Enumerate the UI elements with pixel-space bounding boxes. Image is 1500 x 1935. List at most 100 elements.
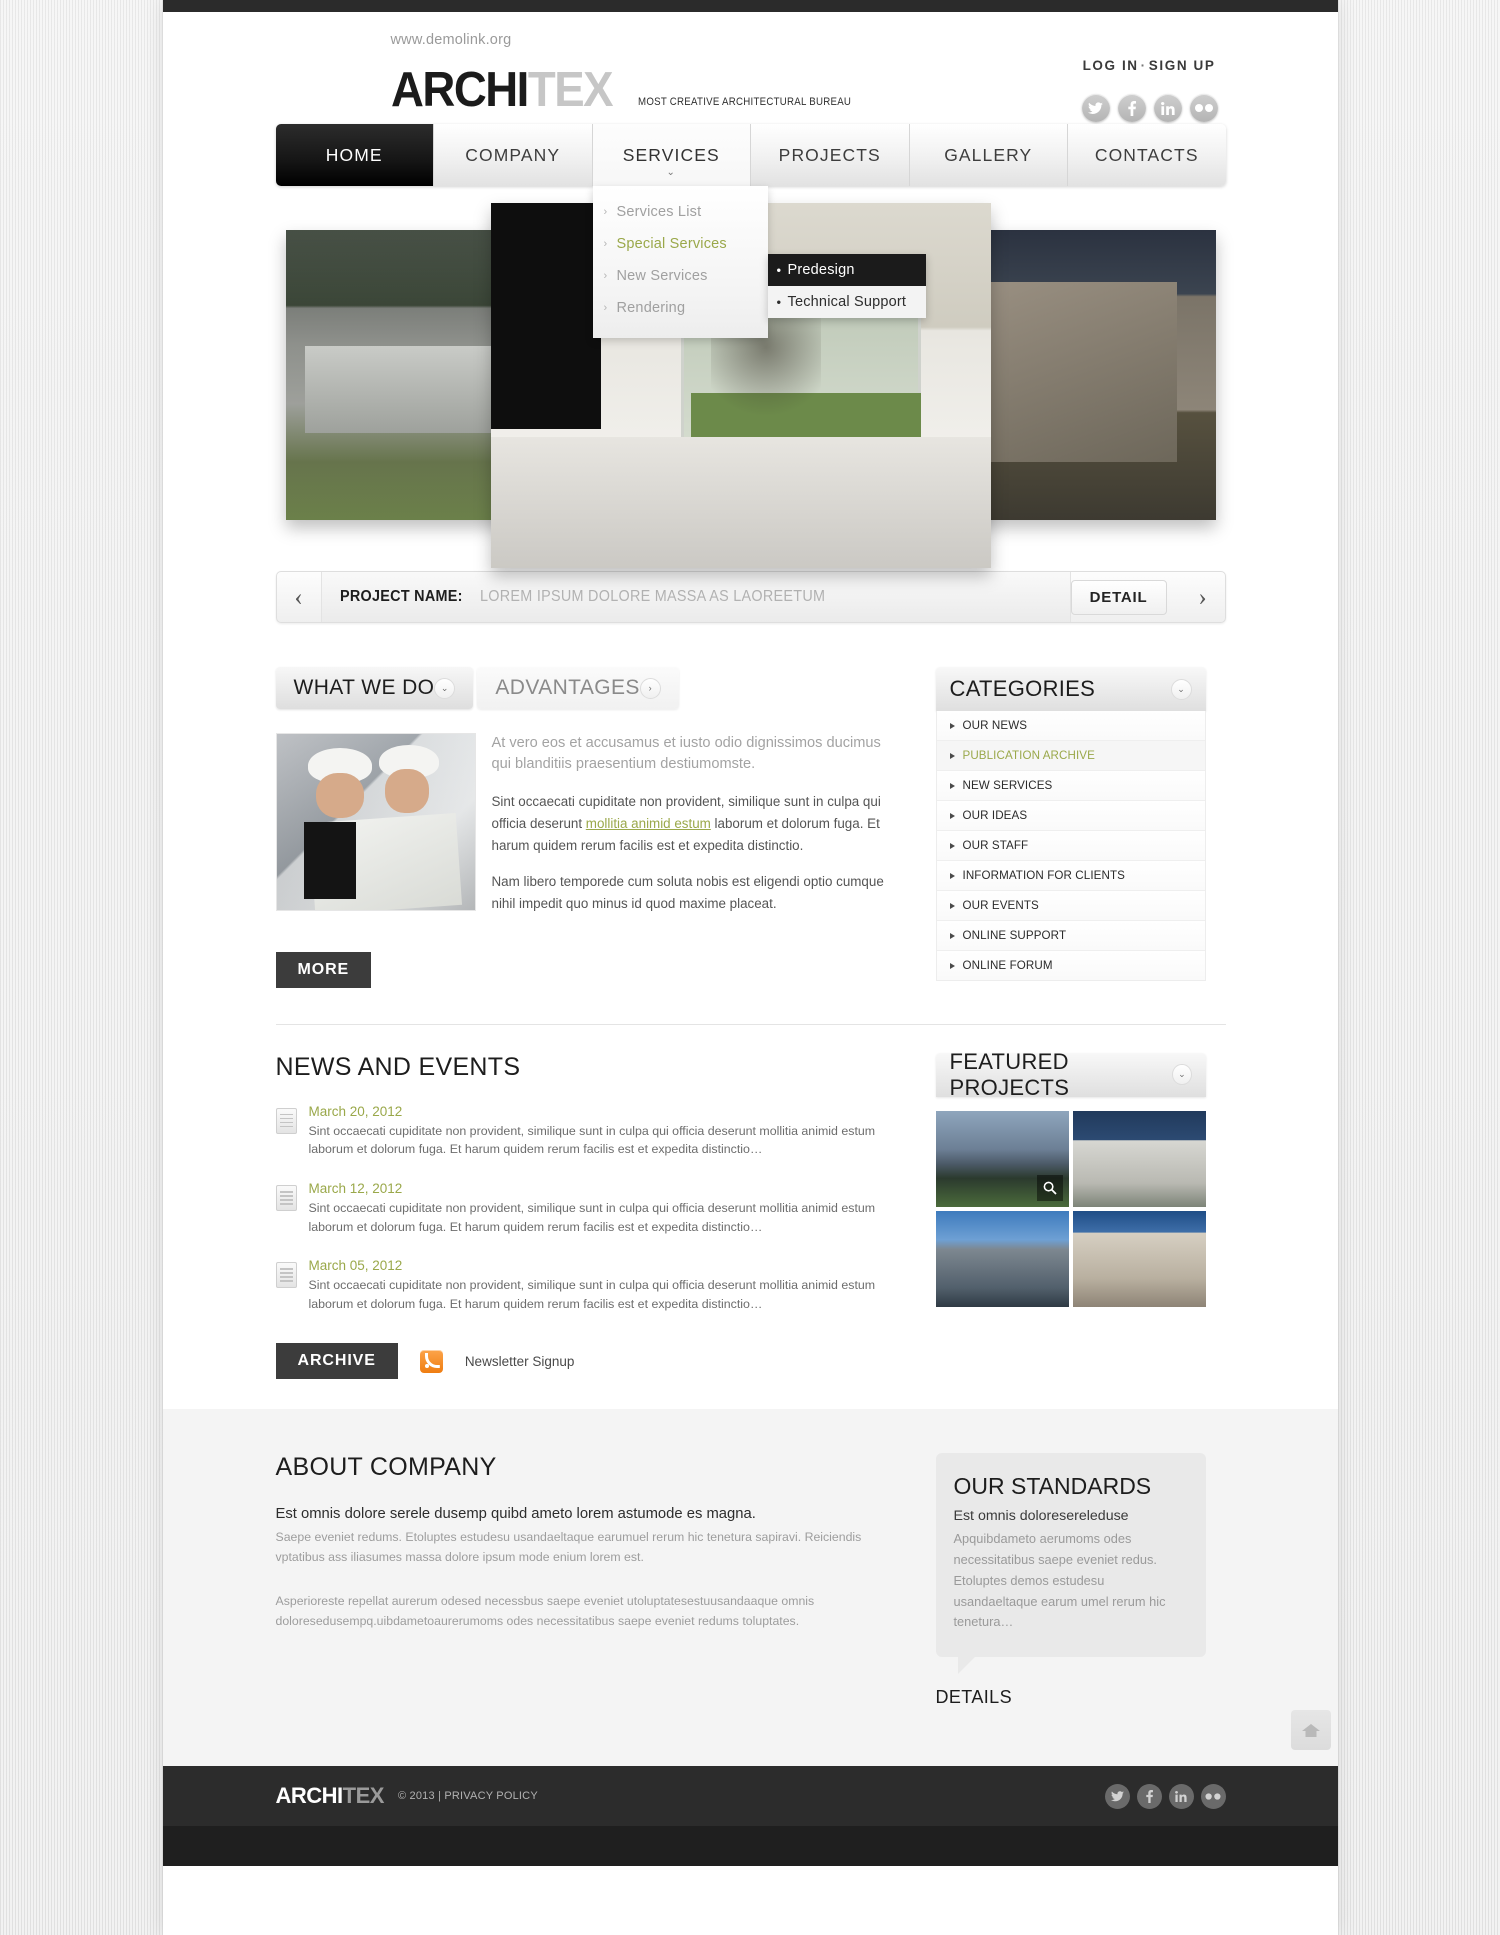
dropdown-item-new-services[interactable]: › New Services xyxy=(593,260,768,292)
footer-inner: ARCHITEX © 2013 | PRIVACY POLICY xyxy=(276,1783,1226,1809)
chevron-down-icon[interactable]: ⌄ xyxy=(1172,1064,1192,1086)
back-to-top-button[interactable] xyxy=(1291,1710,1331,1751)
facebook-icon[interactable] xyxy=(1136,1783,1162,1809)
magnifier-icon[interactable] xyxy=(1036,1174,1063,1201)
details-link[interactable]: DETAILS xyxy=(936,1687,1206,1708)
featured-project-thumb-2[interactable] xyxy=(1072,1110,1206,1207)
login-link[interactable]: LOG IN xyxy=(1083,58,1139,73)
triangle-right-icon xyxy=(949,812,955,819)
news-list-item[interactable]: March 12, 2012 Sint occaecati cupiditate… xyxy=(275,1181,898,1236)
dropdown-label-new-services: New Services xyxy=(616,268,708,284)
facebook-icon[interactable] xyxy=(1117,94,1146,122)
content-side-column: CATEGORIES ⌄ OUR NEWS PUBLICATION ARCHIV… xyxy=(935,667,1206,988)
news-date[interactable]: March 12, 2012 xyxy=(309,1181,898,1196)
inline-link[interactable]: mollitia animid estum xyxy=(586,816,711,831)
news-title: NEWS AND EVENTS xyxy=(275,1052,521,1081)
about-company-column: ABOUT COMPANY Est omnis dolore serele du… xyxy=(276,1453,898,1708)
chevron-down-icon[interactable]: ⌄ xyxy=(434,677,456,699)
featured-projects-title: FEATURED PROJECTS xyxy=(949,1048,1070,1100)
footer-base-bar xyxy=(163,1826,1338,1867)
about-row: ABOUT COMPANY Est omnis dolore serele du… xyxy=(276,1453,1226,1708)
footer-logo-light: TEX xyxy=(342,1783,385,1809)
rss-icon[interactable] xyxy=(419,1349,443,1373)
news-date[interactable]: March 05, 2012 xyxy=(309,1258,898,1273)
category-label: OUR NEWS xyxy=(962,719,1028,732)
category-item-publication-archive[interactable]: PUBLICATION ARCHIVE xyxy=(936,741,1205,771)
nav-item-company[interactable]: COMPANY xyxy=(434,124,593,186)
detail-button[interactable]: DETAIL xyxy=(1070,579,1167,615)
news-column: NEWS AND EVENTS March 20, 2012 Sint occa… xyxy=(275,1052,898,1380)
dropdown-item-special-services[interactable]: › Special Services • Predesign • Technic… xyxy=(593,228,926,318)
what-we-do-text: At vero eos et accusamus et iusto odio d… xyxy=(492,733,898,930)
content-row-top: WHAT WE DO ⌄ ADVANTAGES › At vero eos et… xyxy=(275,667,1226,988)
chevron-right-icon[interactable]: › xyxy=(639,677,661,699)
footer-copyright[interactable]: © 2013 | PRIVACY POLICY xyxy=(398,1790,538,1802)
featured-project-thumb-1[interactable] xyxy=(935,1110,1069,1207)
prev-arrow-icon[interactable]: ‹ xyxy=(277,585,321,610)
featured-project-thumb-4[interactable] xyxy=(1072,1210,1206,1307)
twitter-icon[interactable] xyxy=(1081,94,1110,122)
dropdown-item-rendering[interactable]: › Rendering xyxy=(593,292,768,324)
category-item-new-services[interactable]: NEW SERVICES xyxy=(936,771,1205,801)
our-standards-bubble: OUR STANDARDS Est omnis doloresereleduse… xyxy=(935,1453,1206,1674)
category-item-online-forum[interactable]: ONLINE FORUM xyxy=(936,951,1205,980)
site-logo[interactable]: ARCHITEX MOST CREATIVE ARCHITECTURAL BUR… xyxy=(391,66,881,115)
linkedin-icon[interactable] xyxy=(1168,1783,1194,1809)
our-standards-column: OUR STANDARDS Est omnis doloresereleduse… xyxy=(935,1453,1206,1708)
header-social-list xyxy=(1081,94,1218,122)
what-we-do-lead: At vero eos et accusamus et iusto odio d… xyxy=(491,735,881,773)
tab-what-we-do[interactable]: WHAT WE DO ⌄ xyxy=(275,667,474,709)
submenu-label-technical-support: Technical Support xyxy=(787,294,907,310)
chevron-down-icon[interactable]: ⌄ xyxy=(1170,678,1192,700)
content-row-news: NEWS AND EVENTS March 20, 2012 Sint occa… xyxy=(275,1049,1226,1380)
about-paragraph-2: Asperioreste repellat aurerum odesed nec… xyxy=(275,1593,815,1629)
nav-item-contacts[interactable]: CONTACTS xyxy=(1068,124,1226,186)
submenu-item-predesign[interactable]: • Predesign xyxy=(767,254,926,286)
more-button-wrap: MORE xyxy=(275,951,898,988)
featured-project-thumb-3[interactable] xyxy=(935,1210,1069,1307)
nav-item-services[interactable]: SERVICES ⌄ › Services List › Special Ser… xyxy=(592,124,926,338)
news-list-item[interactable]: March 20, 2012 Sint occaecati cupiditate… xyxy=(275,1104,898,1159)
category-item-online-support[interactable]: ONLINE SUPPORT xyxy=(936,921,1205,951)
triangle-right-icon xyxy=(949,752,955,759)
category-label: PUBLICATION ARCHIVE xyxy=(962,749,1095,762)
linkedin-icon[interactable] xyxy=(1153,94,1182,122)
nav-label-company: COMPANY xyxy=(465,144,561,165)
flickr-icon[interactable] xyxy=(1200,1783,1226,1809)
demo-link[interactable]: www.demolink.org xyxy=(391,32,512,48)
flickr-icon[interactable] xyxy=(1189,94,1218,122)
nav-item-projects[interactable]: PROJECTS xyxy=(751,124,910,186)
news-date[interactable]: March 20, 2012 xyxy=(309,1104,898,1119)
archive-button[interactable]: ARCHIVE xyxy=(275,1343,398,1380)
news-list-item[interactable]: March 05, 2012 Sint occaecati cupiditate… xyxy=(275,1258,898,1313)
chevron-right-icon: › xyxy=(603,270,608,282)
nav-item-home[interactable]: HOME xyxy=(275,124,434,186)
triangle-right-icon xyxy=(949,902,955,909)
next-arrow-icon[interactable]: › xyxy=(1181,585,1225,610)
logo-text: ARCHITEX xyxy=(391,66,614,115)
dropdown-label-rendering: Rendering xyxy=(616,300,686,316)
interior-dark-column xyxy=(490,203,601,430)
triangle-right-icon xyxy=(949,932,955,939)
newsletter-signup-link[interactable]: Newsletter Signup xyxy=(465,1354,575,1369)
home-icon xyxy=(1302,1724,1320,1738)
category-item-our-events[interactable]: OUR EVENTS xyxy=(936,891,1205,921)
dropdown-item-services-list[interactable]: › Services List xyxy=(593,196,768,228)
category-item-our-staff[interactable]: OUR STAFF xyxy=(936,831,1205,861)
chevron-right-icon: › xyxy=(603,206,608,218)
nav-label-gallery: GALLERY xyxy=(944,144,1033,165)
nav-item-gallery[interactable]: GALLERY xyxy=(909,124,1068,186)
signup-link[interactable]: SIGN UP xyxy=(1149,58,1216,73)
category-item-information-for-clients[interactable]: INFORMATION FOR CLIENTS xyxy=(936,861,1205,891)
submenu-item-technical-support[interactable]: • Technical Support xyxy=(767,286,926,318)
tab-advantages[interactable]: ADVANTAGES › xyxy=(477,667,679,709)
twitter-icon[interactable] xyxy=(1104,1783,1130,1809)
document-icon xyxy=(275,1185,297,1212)
our-standards-text: Apquibdameto aerumoms odes necessitatibu… xyxy=(953,1531,1166,1630)
category-item-our-news[interactable]: OUR NEWS xyxy=(936,711,1205,741)
footer-logo[interactable]: ARCHITEX xyxy=(276,1783,385,1809)
black-folder xyxy=(304,822,356,900)
category-item-our-ideas[interactable]: OUR IDEAS xyxy=(936,801,1205,831)
footer-social-list xyxy=(1104,1783,1226,1809)
more-button[interactable]: MORE xyxy=(275,951,372,988)
